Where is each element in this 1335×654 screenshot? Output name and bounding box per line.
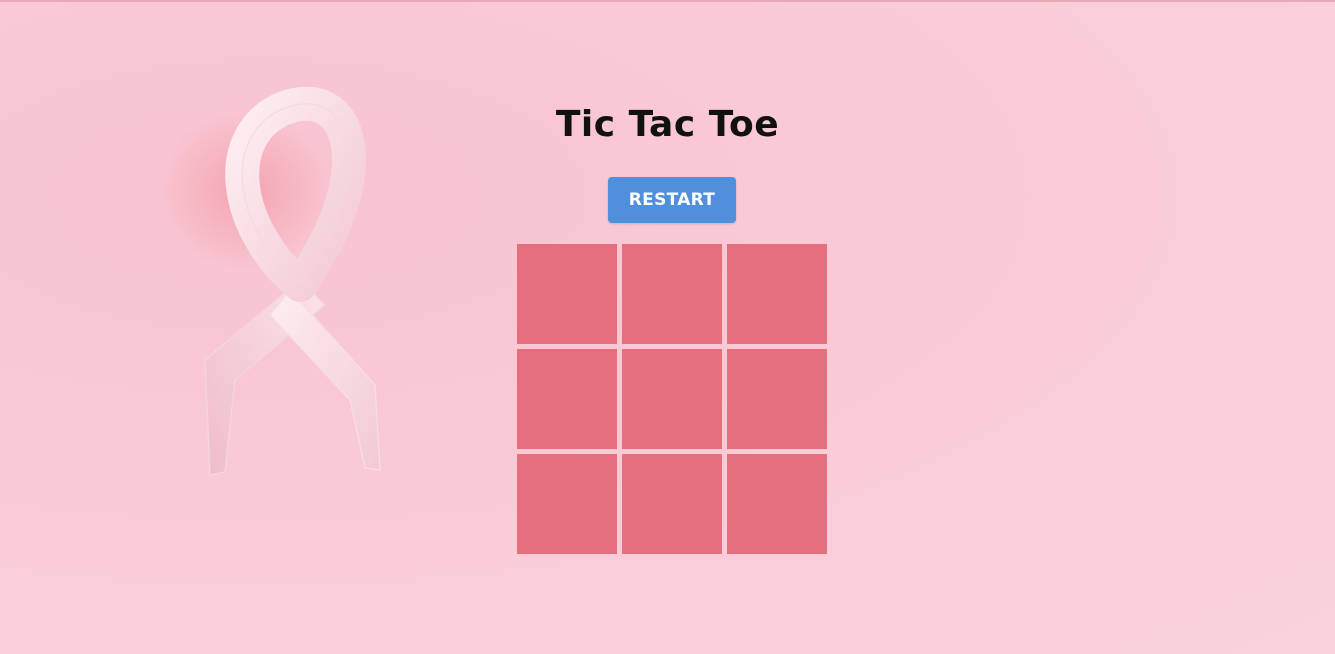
- board-cell-1[interactable]: [517, 244, 617, 344]
- board-cell-3[interactable]: [727, 244, 827, 344]
- board-cell-2[interactable]: [622, 244, 722, 344]
- board-cell-5[interactable]: [622, 349, 722, 449]
- top-border: [0, 0, 1335, 2]
- board-cell-8[interactable]: [622, 454, 722, 554]
- game-board: [517, 244, 827, 554]
- board-cell-4[interactable]: [517, 349, 617, 449]
- board-cell-9[interactable]: [727, 454, 827, 554]
- restart-button[interactable]: RESTART: [608, 177, 736, 223]
- page-title: Tic Tac Toe: [555, 104, 780, 145]
- board-cell-7[interactable]: [517, 454, 617, 554]
- board-cell-6[interactable]: [727, 349, 827, 449]
